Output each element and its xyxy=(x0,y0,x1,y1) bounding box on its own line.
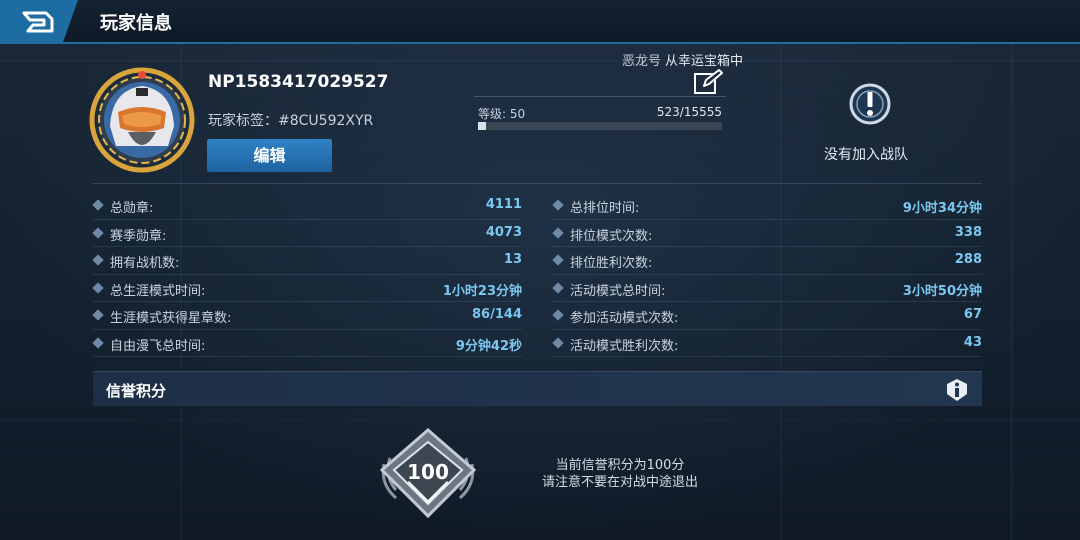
xp-text: 523/15555 xyxy=(656,105,722,119)
stat-label: 参加活动模式次数: xyxy=(570,311,679,326)
stat-row: 排位胜利次数: 288 xyxy=(552,247,982,275)
ship-prefix: 恶龙号 xyxy=(622,54,662,69)
player-id: NP1583417029527 xyxy=(208,72,389,92)
top-bar: 玩家信息 xyxy=(0,0,1080,44)
stat-value: 3小时50分钟 xyxy=(902,283,982,299)
stat-row: 自由漫飞总时间: 9分钟42秒 xyxy=(92,330,522,357)
credit-score: 100 xyxy=(407,460,449,484)
edit-button[interactable]: 编辑 xyxy=(207,139,332,172)
stat-value: 288 xyxy=(954,252,982,267)
diamond-bullet-icon xyxy=(552,309,564,321)
credit-message: 当前信誉积分为100分 请注意不要在对战中途退出 xyxy=(500,457,740,491)
exclamation-badge-icon xyxy=(848,82,892,126)
level-divider xyxy=(474,96,726,97)
stat-label: 自由漫飞总时间: xyxy=(110,338,206,354)
diamond-bullet-icon xyxy=(92,281,104,294)
back-button[interactable] xyxy=(0,0,78,44)
stat-row: 活动模式胜利次数: 43 xyxy=(552,330,982,357)
stat-value: 67 xyxy=(963,307,982,322)
credit-line-1: 当前信誉积分为100分 xyxy=(555,458,685,473)
stat-value: 9分钟42秒 xyxy=(455,338,522,354)
stat-label: 活动模式胜利次数: xyxy=(570,338,679,354)
stat-row: 生涯模式获得星章数: 86/144 xyxy=(92,302,522,330)
credit-score-badge: 100 xyxy=(376,424,480,520)
stat-row: 排位模式次数: 338 xyxy=(552,220,982,247)
diamond-bullet-icon xyxy=(92,309,104,321)
stat-row: 活动模式总时间: 3小时50分钟 xyxy=(552,275,982,302)
stat-row: 总排位时间: 9小时34分钟 xyxy=(552,192,982,220)
stat-row: 总勋章: 4111 xyxy=(92,192,522,220)
xp-progress-bar xyxy=(478,122,722,130)
credit-header: 信誉积分 xyxy=(93,371,982,406)
stat-label: 生涯模式获得星章数: xyxy=(110,311,232,326)
stat-value: 86/144 xyxy=(472,307,522,322)
xp-progress-fill xyxy=(478,122,487,130)
stats-left-column: 总勋章: 4111 赛季勋章: 4073 拥有战机数: 13 总生涯模式时间: 1小时23分钟… xyxy=(92,192,522,357)
credit-line-2: 请注意不要在对战中途退出 xyxy=(541,475,698,490)
player-avatar[interactable] xyxy=(88,66,196,174)
info-shield-icon[interactable] xyxy=(946,378,968,402)
stat-value: 13 xyxy=(503,252,522,267)
back-logo-icon xyxy=(22,11,54,33)
stat-label: 拥有战机数: xyxy=(110,256,180,271)
stats-right-column: 总排位时间: 9小时34分钟排位模式次数: 338 排位胜利次数: 288 活动模式总时间… xyxy=(552,192,982,357)
page-title: 玩家信息 xyxy=(100,13,172,34)
stat-label: 总排位时间: xyxy=(570,201,640,216)
pencil-edit-icon[interactable] xyxy=(692,68,724,96)
credit-title: 信誉积分 xyxy=(106,382,167,400)
diamond-bullet-icon xyxy=(92,199,104,211)
stat-label: 活动模式总时间: xyxy=(570,283,666,299)
diamond-bullet-icon xyxy=(552,336,564,349)
diamond-bullet-icon xyxy=(552,226,564,239)
stat-label: 总勋章: xyxy=(110,201,154,216)
ship-name-text: 从幸运宝箱中 xyxy=(665,54,744,69)
stat-row: 拥有战机数: 13 xyxy=(92,247,522,275)
stat-value: 4111 xyxy=(485,197,522,212)
diamond-bullet-icon xyxy=(92,226,104,239)
team-status: 没有加入战队 xyxy=(824,147,908,163)
stat-label: 赛季勋章: xyxy=(110,228,167,244)
diamond-bullet-icon xyxy=(552,199,564,211)
stat-label: 排位胜利次数: xyxy=(570,256,653,271)
stat-label: 总生涯模式时间: xyxy=(110,283,206,299)
level-label: 等级: 50 xyxy=(478,107,526,121)
stat-value: 4073 xyxy=(485,224,522,240)
diamond-bullet-icon xyxy=(92,254,104,266)
stat-label: 排位模式次数: xyxy=(570,228,653,244)
stat-row: 参加活动模式次数: 67 xyxy=(552,302,982,330)
stat-value: 9小时34分钟 xyxy=(902,201,982,216)
ship-name: 恶龙号 从幸运宝箱中 xyxy=(622,50,743,69)
stat-value: 338 xyxy=(954,224,982,240)
stat-row: 赛季勋章: 4073 xyxy=(92,220,522,247)
diamond-bullet-icon xyxy=(552,281,564,294)
diamond-bullet-icon xyxy=(552,254,564,266)
section-divider xyxy=(92,183,982,184)
stat-value: 43 xyxy=(963,334,982,350)
stat-row: 总生涯模式时间: 1小时23分钟 xyxy=(92,275,522,302)
stat-value: 1小时23分钟 xyxy=(442,283,522,299)
player-tag: 玩家标签：#8CU592XYR xyxy=(208,113,374,129)
diamond-bullet-icon xyxy=(92,336,104,349)
